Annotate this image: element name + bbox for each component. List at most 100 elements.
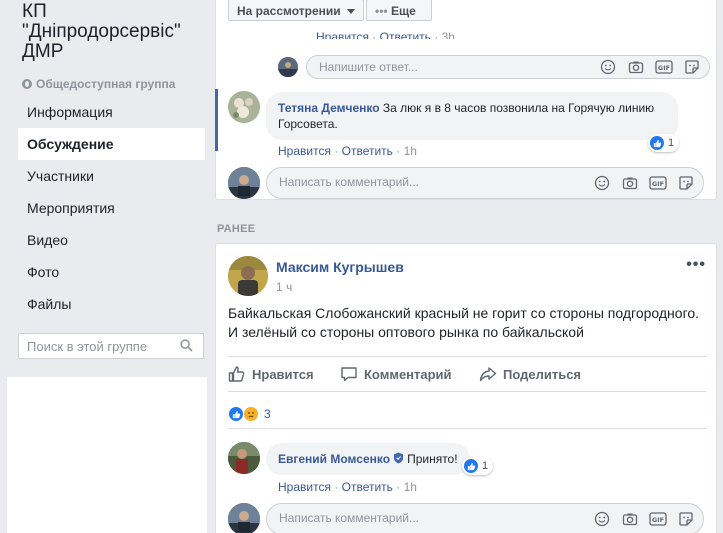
thread-card: На рассмотрении ••• Еще Нравится · Ответ… <box>215 0 717 200</box>
gif-icon[interactable]: GIF <box>649 510 667 528</box>
group-nav: Информация Обсуждение Участники Мероприя… <box>18 96 205 320</box>
post-reaction-count[interactable]: 3 <box>264 407 271 421</box>
caret-down-icon <box>346 9 355 15</box>
avatar[interactable] <box>228 91 260 123</box>
more-label: Еще <box>390 4 416 18</box>
comment-input[interactable] <box>279 511 569 525</box>
avatar[interactable] <box>228 503 260 533</box>
post-author-name[interactable]: Максим Кугрышев <box>276 259 404 275</box>
post-author-avatar[interactable] <box>228 256 268 296</box>
more-icon[interactable]: ••• <box>686 256 706 274</box>
comment-button-label: Комментарий <box>364 366 452 382</box>
more-dots-icon: ••• <box>375 4 388 18</box>
camera-icon[interactable] <box>627 58 645 76</box>
nav-item-photos[interactable]: Фото <box>18 256 205 288</box>
post-text-line: Байкальская Слобожанский красный не гори… <box>228 305 700 321</box>
comment-author[interactable]: Евгений Момсенко <box>278 452 390 466</box>
like-button[interactable]: Нравится <box>228 365 314 383</box>
comment-bubble: Евгений Момсенко Принято! <box>266 443 470 475</box>
comment-reaction-count: 1 <box>668 137 675 149</box>
comment-time: 3h <box>441 30 455 39</box>
like-icon <box>650 136 664 150</box>
comment-time: 1h <box>403 144 417 158</box>
feed-column: На рассмотрении ••• Еще Нравится · Ответ… <box>215 0 723 533</box>
comment-author[interactable]: Тетяна Демченко <box>278 101 380 115</box>
reply-input[interactable] <box>319 60 569 74</box>
comment-icon <box>341 367 357 382</box>
avatar[interactable] <box>228 167 260 199</box>
like-button-label: Нравится <box>252 366 314 382</box>
group-search-input[interactable] <box>27 338 177 354</box>
comment-meta: Нравится · Ответить · 1h <box>278 480 417 494</box>
avatar[interactable] <box>228 442 260 474</box>
emoji-icon[interactable] <box>593 174 611 192</box>
avatar[interactable] <box>278 57 298 77</box>
reply-input-box: GIF <box>306 55 710 79</box>
reply-link[interactable]: Ответить <box>342 480 393 494</box>
group-privacy: Общедоступная группа <box>22 77 175 91</box>
group-privacy-label: Общедоступная группа <box>36 77 176 91</box>
comment-time: 1h <box>403 480 417 494</box>
nav-item-discussion[interactable]: Обсуждение <box>18 128 205 160</box>
emoji-icon[interactable] <box>599 58 617 76</box>
review-filter-button[interactable]: На рассмотрении <box>228 0 364 21</box>
group-title[interactable]: КП "Дніпродорсервіс" ДМР <box>22 2 181 62</box>
like-icon <box>228 406 244 422</box>
nav-item-files[interactable]: Файлы <box>18 288 205 320</box>
nav-item-events[interactable]: Мероприятия <box>18 192 205 224</box>
highlight-bar <box>215 89 218 151</box>
camera-icon[interactable] <box>621 174 639 192</box>
gif-icon[interactable]: GIF <box>655 58 673 76</box>
post-action-bar: Нравится Комментарий Поделиться <box>228 356 706 392</box>
comment-input[interactable] <box>279 175 569 189</box>
group-title-line-3[interactable]: ДМР <box>22 42 181 62</box>
comment-input-box: GIF <box>266 167 704 199</box>
like-icon <box>228 366 245 382</box>
sticker-icon[interactable] <box>677 174 695 192</box>
group-title-line-1[interactable]: КП <box>22 2 181 22</box>
nav-item-videos[interactable]: Видео <box>18 224 205 256</box>
left-sidebar: КП "Дніпродорсервіс" ДМР Общедоступная г… <box>0 0 215 533</box>
camera-icon[interactable] <box>621 510 639 528</box>
reply-input-tools: GIF <box>599 58 701 76</box>
like-link[interactable]: Нравится <box>316 30 369 39</box>
like-link[interactable]: Нравится <box>278 144 331 158</box>
emoji-icon[interactable] <box>593 510 611 528</box>
comment-reaction-count: 1 <box>482 460 489 472</box>
comment-reactions[interactable]: 1 <box>462 457 494 475</box>
comment-reactions[interactable]: 1 <box>648 134 680 152</box>
share-icon <box>479 367 497 382</box>
more-button[interactable]: ••• Еще <box>366 0 432 21</box>
post-text-line: И зелёный со стороны оптового рынка по б… <box>228 324 584 340</box>
sidebar-panel <box>7 377 207 533</box>
post-timestamp[interactable]: 1 ч <box>276 280 292 294</box>
divider <box>228 428 706 429</box>
reply-link[interactable]: Ответить <box>380 30 431 39</box>
globe-icon <box>22 79 32 89</box>
comment-bubble: Тетяна Демченко За люк я в 8 часов позво… <box>266 92 678 140</box>
share-button-label: Поделиться <box>503 366 582 382</box>
like-link[interactable]: Нравится <box>278 480 331 494</box>
reply-link[interactable]: Ответить <box>342 144 393 158</box>
admin-shield-icon <box>393 452 404 464</box>
comment-text: Принято! <box>407 452 458 466</box>
search-icon[interactable] <box>180 339 193 352</box>
post-reactions-summary[interactable]: 3 <box>228 406 271 422</box>
sticker-icon[interactable] <box>677 510 695 528</box>
nav-item-info[interactable]: Информация <box>18 96 205 128</box>
sad-icon <box>243 406 259 422</box>
reply-meta-partial: Нравится · Ответить · 3h <box>316 30 455 39</box>
meta-sep: · <box>368 30 380 39</box>
nav-item-members[interactable]: Участники <box>18 160 205 192</box>
meta-sep: · <box>430 30 442 39</box>
like-icon <box>464 459 478 473</box>
svg-text:GIF: GIF <box>652 180 664 188</box>
group-title-line-2[interactable]: "Дніпродорсервіс" <box>22 22 181 42</box>
svg-text:GIF: GIF <box>658 64 670 72</box>
gif-icon[interactable]: GIF <box>649 174 667 192</box>
comment-button[interactable]: Комментарий <box>340 365 452 383</box>
share-button[interactable]: Поделиться <box>479 365 581 383</box>
section-earlier-label: РАНЕЕ <box>217 223 256 235</box>
comment-input-tools: GIF <box>593 510 695 528</box>
sticker-icon[interactable] <box>683 58 701 76</box>
